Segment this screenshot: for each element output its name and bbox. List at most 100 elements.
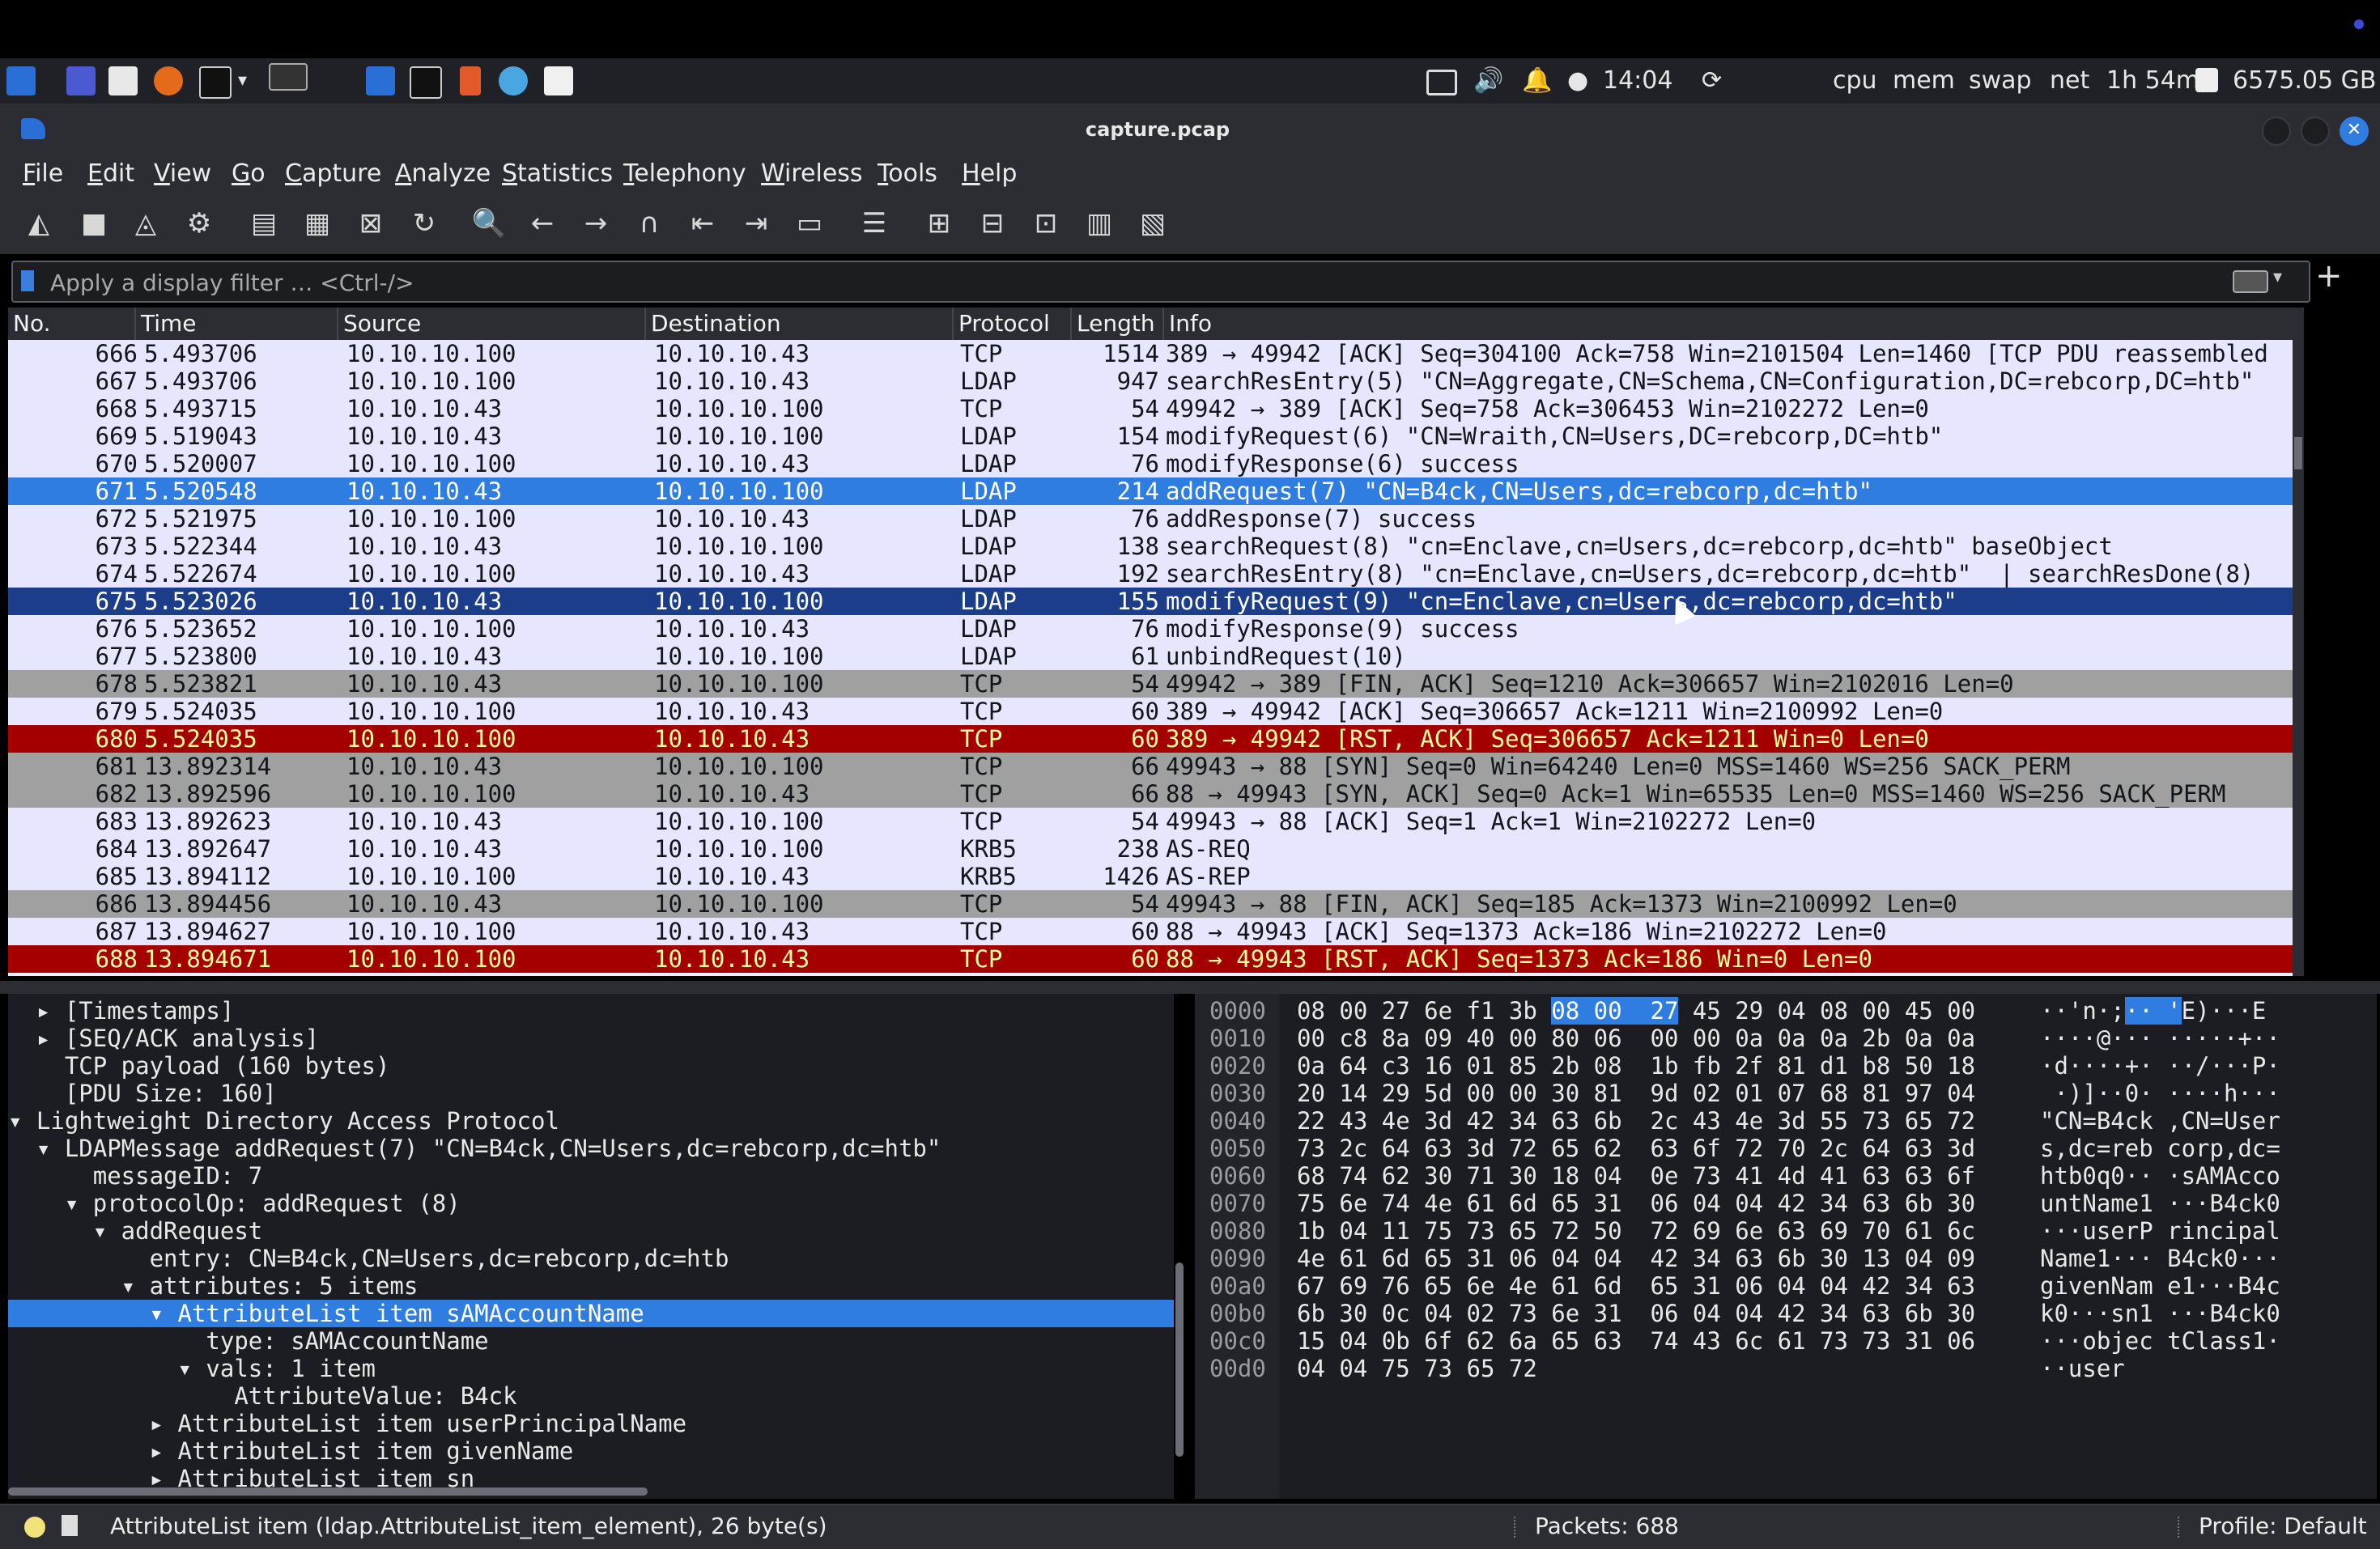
table-row[interactable]: 670 5.520007 10.10.10.100 10.10.10.43 LDAP 76…	[8, 450, 2296, 477]
apply-filter-icon[interactable]	[2233, 270, 2268, 293]
go-back-icon[interactable]: ←	[523, 204, 562, 243]
col-protocol[interactable]: Protocol	[954, 308, 1072, 340]
close-file-icon[interactable]: ⊠	[351, 204, 390, 243]
start-capture-icon[interactable]: ◭	[19, 204, 58, 243]
refresh-icon[interactable]: ⟳	[1702, 58, 1722, 104]
detail-tree-item[interactable]: ▾ AttributeList item sAMAccountName	[8, 1300, 1174, 1327]
detail-tree-item[interactable]: TCP payload (160 bytes)	[8, 1052, 1174, 1080]
hex-row[interactable]: 0050 73 2c 64 63 3d 72 65 62 63 6f 72 70 …	[1195, 1135, 2377, 1162]
detail-tree-item[interactable]: messageID: 7	[8, 1162, 1174, 1190]
hex-row[interactable]: 0030 20 14 29 5d 00 00 30 81 9d 02 01 07 …	[1195, 1080, 2377, 1107]
volume-icon[interactable]: 🔊	[1473, 58, 1503, 104]
hex-row[interactable]: 0070 75 6e 74 4e 61 6d 65 31 06 04 04 42 …	[1195, 1190, 2377, 1217]
colorize-icon[interactable]: ☰	[855, 204, 894, 243]
packet-list-scrollbar[interactable]	[2293, 340, 2304, 976]
firefox-icon[interactable]	[154, 66, 183, 95]
zoom-out-icon[interactable]: ⊟	[973, 204, 1012, 243]
zoom-in-icon[interactable]: ⊞	[920, 204, 958, 243]
add-filter-button[interactable]: +	[2315, 257, 2343, 295]
col-time[interactable]: Time	[136, 308, 338, 340]
table-row[interactable]: 685 13.894112 10.10.10.100 10.10.10.43 KRB5 1…	[8, 863, 2296, 890]
menu-view[interactable]: View	[154, 154, 211, 194]
menu-capture[interactable]: Capture	[285, 154, 381, 194]
open-file-icon[interactable]: ▤	[244, 204, 283, 243]
table-row[interactable]: 687 13.894627 10.10.10.100 10.10.10.43 TCP 60…	[8, 918, 2296, 945]
bookmark-icon[interactable]	[21, 270, 34, 291]
save-file-icon[interactable]: ▦	[298, 204, 337, 243]
col-source[interactable]: Source	[338, 308, 646, 340]
normal-size-icon[interactable]: ⊡	[1026, 204, 1065, 243]
col-destination[interactable]: Destination	[646, 308, 954, 340]
stop-capture-icon[interactable]: ■	[74, 204, 113, 243]
table-row[interactable]: 678 5.523821 10.10.10.43 10.10.10.100 TCP 54 4…	[8, 670, 2296, 698]
edit-comment-icon[interactable]	[62, 1515, 78, 1536]
detail-tree-item[interactable]: ▾ attributes: 5 items	[8, 1272, 1174, 1300]
details-horizontal-scrollbar[interactable]	[8, 1487, 648, 1496]
detail-tree-item[interactable]: [PDU Size: 160]	[8, 1080, 1174, 1107]
burp-icon[interactable]	[460, 66, 481, 95]
table-row[interactable]: 674 5.522674 10.10.10.100 10.10.10.43 LDAP 19…	[8, 560, 2296, 588]
hex-row[interactable]: 00a0 67 69 76 65 6e 4e 61 6d 65 31 06 04 …	[1195, 1272, 2377, 1300]
menu-analyze[interactable]: Analyze	[395, 154, 491, 194]
desktop-preview-icon[interactable]	[269, 63, 308, 91]
details-vertical-scrollbar[interactable]	[1175, 1263, 1184, 1457]
menu-help[interactable]: Help	[962, 154, 1017, 194]
swap-monitor[interactable]: swap	[1969, 58, 2032, 104]
close-icon[interactable]: ✕	[2340, 117, 2369, 146]
table-row[interactable]: 677 5.523800 10.10.10.43 10.10.10.100 LDAP 61…	[8, 643, 2296, 670]
detail-tree-item[interactable]: ▾ LDAPMessage addRequest(7) "CN=B4ck,CN=…	[8, 1135, 1174, 1162]
clock[interactable]: 14:04	[1603, 58, 1672, 104]
capture-options-icon[interactable]: ⚙	[180, 204, 219, 243]
detail-tree-item[interactable]: ▾ Lightweight Directory Access Protocol	[8, 1107, 1174, 1135]
detail-tree-item[interactable]: type: sAMAccountName	[8, 1327, 1174, 1355]
hex-row[interactable]: 0010 00 c8 8a 09 40 00 80 06 00 00 0a 0a …	[1195, 1025, 2377, 1052]
workspace-icon[interactable]	[66, 66, 96, 95]
menu-wireless[interactable]: Wireless	[761, 154, 863, 194]
table-row[interactable]: 680 5.524035 10.10.10.100 10.10.10.43 TCP 60 3…	[8, 725, 2296, 753]
table-row[interactable]: 671 5.520548 10.10.10.43 10.10.10.100 LDAP 21…	[8, 477, 2296, 505]
detail-tree-item[interactable]: entry: CN=B4ck,CN=Users,dc=rebcorp,dc=ht…	[8, 1245, 1174, 1272]
hex-row[interactable]: 0040 22 43 4e 3d 42 34 63 6b 2c 43 4e 3d …	[1195, 1107, 2377, 1135]
go-to-packet-icon[interactable]: ∩	[630, 204, 669, 243]
detail-tree-item[interactable]: ▸ AttributeList item userPrincipalName	[8, 1410, 1174, 1437]
restart-capture-icon[interactable]: ◬	[126, 204, 165, 243]
table-row[interactable]: 675 5.523026 10.10.10.43 10.10.10.100 LDAP 15…	[8, 588, 2296, 615]
status-profile[interactable]: Profile: Default	[2199, 1505, 2367, 1547]
menu-tools[interactable]: Tools	[878, 154, 937, 194]
hex-row[interactable]: 0020 0a 64 c3 16 01 85 2b 08 1b fb 2f 81 …	[1195, 1052, 2377, 1080]
table-row[interactable]: 666 5.493706 10.10.10.100 10.10.10.43 TCP 151…	[8, 340, 2296, 367]
net-monitor[interactable]: net	[2050, 58, 2089, 104]
wireshark-task-icon[interactable]	[366, 66, 395, 95]
layout-icon[interactable]: ▧	[1133, 204, 1172, 243]
first-packet-icon[interactable]: ⇤	[683, 204, 722, 243]
expert-info-icon[interactable]	[24, 1517, 45, 1538]
menu-telephony[interactable]: Telephony	[623, 154, 746, 194]
detail-tree-item[interactable]: ▸ [Timestamps]	[8, 997, 1174, 1025]
minimize-button[interactable]	[2262, 117, 2291, 146]
terminal-icon[interactable]	[199, 66, 232, 99]
app-menu-icon[interactable]	[6, 66, 36, 95]
cpu-monitor[interactable]: cpu	[1833, 58, 1877, 104]
last-packet-icon[interactable]: ⇥	[737, 204, 776, 243]
hex-row[interactable]: 0000 08 00 27 6e f1 3b 08 00 27 45 29 04 …	[1195, 997, 2377, 1025]
table-row[interactable]: 682 13.892596 10.10.10.100 10.10.10.43 TCP 66…	[8, 780, 2296, 808]
terminal-task-icon[interactable]	[410, 66, 442, 99]
table-row[interactable]: 686 13.894456 10.10.10.43 10.10.10.100 TCP 54…	[8, 890, 2296, 918]
table-row[interactable]: 673 5.522344 10.10.10.43 10.10.10.100 LDAP 13…	[8, 533, 2296, 560]
hex-row[interactable]: 0080 1b 04 11 75 73 65 72 50 72 69 6e 63 …	[1195, 1217, 2377, 1245]
table-row[interactable]: 672 5.521975 10.10.10.100 10.10.10.43 LDAP 76…	[8, 505, 2296, 533]
table-row[interactable]: 688 13.894671 10.10.10.100 10.10.10.43 TCP 60…	[8, 945, 2296, 973]
mem-monitor[interactable]: mem	[1893, 58, 1955, 104]
bell-icon[interactable]: 🔔	[1522, 58, 1552, 104]
hex-row[interactable]: 00d0 04 04 75 73 65 72 ··user	[1195, 1355, 2377, 1382]
window-title-bar[interactable]: capture.pcap ✕	[0, 105, 2380, 154]
col-no[interactable]: No.	[8, 308, 136, 340]
detail-tree-item[interactable]: ▸ AttributeList item givenName	[8, 1437, 1174, 1465]
table-row[interactable]: 684 13.892647 10.10.10.43 10.10.10.100 KRB5 2…	[8, 835, 2296, 863]
browser-icon[interactable]	[499, 66, 528, 95]
hex-row[interactable]: 00b0 6b 30 0c 04 02 73 6e 31 06 04 04 42 …	[1195, 1300, 2377, 1327]
menu-statistics[interactable]: Statistics	[502, 154, 613, 194]
resize-columns-icon[interactable]: ▥	[1080, 204, 1119, 243]
table-row[interactable]: 667 5.493706 10.10.10.100 10.10.10.43 LDAP 94…	[8, 367, 2296, 395]
menu-file[interactable]: File	[23, 154, 63, 194]
